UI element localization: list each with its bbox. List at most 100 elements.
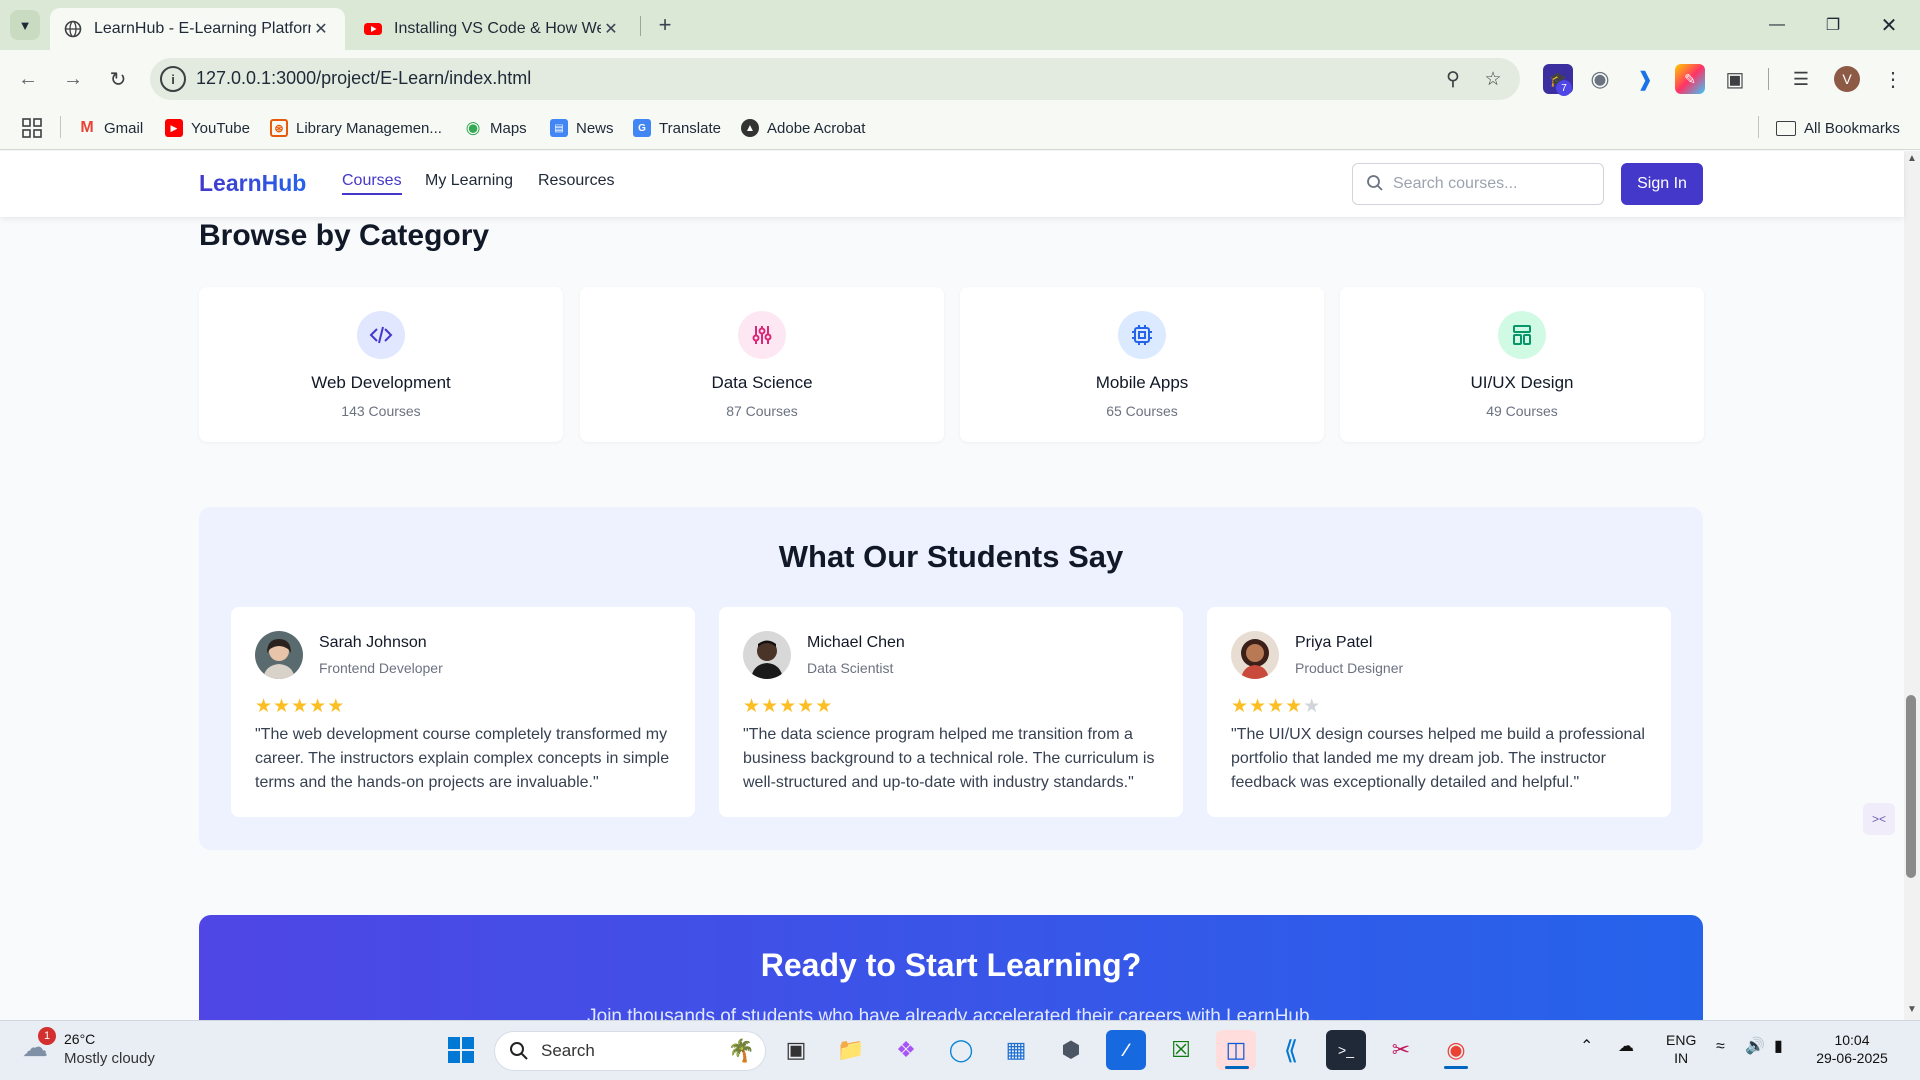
- forward-arrow-icon[interactable]: →: [58, 64, 88, 94]
- avatar: [255, 631, 303, 679]
- star-filled-icon: ★: [291, 696, 310, 717]
- site-info-icon[interactable]: i: [160, 66, 186, 92]
- copilot-icon[interactable]: ❖: [886, 1030, 926, 1070]
- file-explorer-icon[interactable]: 📁: [831, 1030, 871, 1070]
- extension-gray-circle-icon[interactable]: ◉: [1585, 64, 1615, 94]
- tab-learnhub[interactable]: LearnHub - E-Learning Platform ✕: [50, 8, 345, 50]
- testimonial-quote: "The UI/UX design courses helped me buil…: [1231, 726, 1645, 791]
- category-card-web-development[interactable]: Web Development 143 Courses: [199, 287, 563, 442]
- profile-avatar[interactable]: V: [1834, 66, 1860, 92]
- star-filled-icon: ★: [779, 696, 798, 717]
- tab-title: LearnHub - E-Learning Platform: [94, 20, 311, 37]
- extension-wave-icon[interactable]: ❱: [1630, 64, 1660, 94]
- task-view-icon[interactable]: ▣: [776, 1030, 816, 1070]
- microsoft-store-icon[interactable]: ▦: [996, 1030, 1036, 1070]
- blue-app-icon[interactable]: ∕: [1106, 1030, 1146, 1070]
- scroll-up-arrow-icon[interactable]: ▲: [1904, 153, 1920, 167]
- close-tab-icon[interactable]: ✕: [601, 19, 621, 39]
- region-code: IN: [1674, 1050, 1689, 1066]
- reload-icon[interactable]: ↻: [103, 64, 133, 94]
- active-app-indicator: [1444, 1066, 1468, 1069]
- snipping-tool-icon[interactable]: ✂: [1381, 1030, 1421, 1070]
- remote-desktop-icon[interactable]: ◫: [1216, 1030, 1256, 1070]
- all-bookmarks-folder[interactable]: All Bookmarks: [1776, 113, 1900, 143]
- show-hidden-icons-chevron-icon[interactable]: ⌃: [1580, 1036, 1593, 1056]
- bookmarks-divider: [1758, 116, 1759, 138]
- weather-temperature[interactable]: 26°C: [64, 1031, 95, 1047]
- library-icon: ⊛: [270, 119, 288, 137]
- code-icon: [357, 311, 405, 359]
- category-name: UI/UX Design: [1470, 373, 1574, 392]
- battery-icon[interactable]: ▮: [1774, 1036, 1783, 1056]
- extension-color-picker-icon[interactable]: ✎: [1675, 64, 1705, 94]
- bookmark-gmail[interactable]: M Gmail: [78, 113, 143, 143]
- rating-stars: ★★★★★: [1231, 695, 1647, 717]
- rating-stars: ★★★★★: [743, 695, 1159, 717]
- bookmark-star-icon[interactable]: ☆: [1480, 66, 1506, 92]
- bookmark-news[interactable]: ▤ News: [550, 113, 614, 143]
- close-tab-icon[interactable]: ✕: [311, 19, 331, 39]
- star-filled-icon: ★: [273, 696, 292, 717]
- bookmark-youtube[interactable]: ▶ YouTube: [165, 113, 250, 143]
- terminal-icon[interactable]: >_: [1326, 1030, 1366, 1070]
- search-courses-input[interactable]: [1352, 163, 1604, 205]
- bookmark-translate[interactable]: G Translate: [633, 113, 721, 143]
- nav-resources[interactable]: Resources: [538, 172, 614, 190]
- tab-search-menu-button[interactable]: ▼: [10, 10, 40, 40]
- restore-icon[interactable]: ❐: [1810, 8, 1856, 42]
- category-name: Mobile Apps: [1095, 373, 1189, 392]
- active-app-indicator: [1225, 1066, 1249, 1069]
- page-scrollbar[interactable]: [1904, 151, 1920, 1020]
- testimonial-name: Michael Chen: [807, 634, 905, 651]
- weather-description[interactable]: Mostly cloudy: [64, 1050, 155, 1067]
- bookmark-label: Adobe Acrobat: [767, 119, 866, 137]
- extensions-puzzle-icon[interactable]: ▣: [1720, 64, 1750, 94]
- bookmark-maps[interactable]: ◉ Maps: [464, 113, 527, 143]
- zoom-magnifier-icon[interactable]: ⚲: [1440, 66, 1466, 92]
- wifi-icon[interactable]: ≈: [1716, 1038, 1725, 1056]
- star-filled-icon: ★: [1249, 696, 1268, 717]
- cloud-off-icon[interactable]: ☁: [1618, 1036, 1634, 1056]
- chrome-icon[interactable]: ◉: [1436, 1030, 1476, 1070]
- back-arrow-icon[interactable]: ←: [13, 64, 43, 94]
- sign-in-button[interactable]: Sign In: [1621, 163, 1703, 205]
- scroll-down-arrow-icon[interactable]: ▼: [1904, 1004, 1920, 1018]
- apps-grid-icon[interactable]: [22, 113, 42, 143]
- bookmark-label: All Bookmarks: [1804, 119, 1900, 137]
- tab-youtube[interactable]: Installing VS Code & How Websites Work ✕: [350, 8, 635, 50]
- media-controls-icon[interactable]: ☰: [1786, 64, 1816, 94]
- clock[interactable]: 10:04 29-06-2025: [1812, 1031, 1892, 1067]
- taskbar-search-box[interactable]: Search 🌴: [494, 1031, 766, 1071]
- browse-by-category-heading: Browse by Category: [199, 219, 490, 252]
- category-card-mobile-apps[interactable]: Mobile Apps 65 Courses: [960, 287, 1324, 442]
- clock-time: 10:04: [1834, 1032, 1870, 1048]
- site-logo[interactable]: LearnHub: [199, 170, 306, 197]
- browser-menu-kebab-icon[interactable]: ⋮: [1878, 64, 1908, 94]
- vs-code-icon[interactable]: ⟪: [1271, 1030, 1311, 1070]
- language-indicator[interactable]: ENG IN: [1666, 1031, 1696, 1067]
- xbox-icon[interactable]: ☒: [1161, 1030, 1201, 1070]
- hexagon-app-icon[interactable]: ⬢: [1051, 1030, 1091, 1070]
- windows-start-icon[interactable]: [441, 1030, 481, 1070]
- star-filled-icon: ★: [1267, 696, 1286, 717]
- new-tab-plus-icon[interactable]: +: [652, 12, 678, 38]
- address-bar-url[interactable]: 127.0.0.1:3000/project/E-Learn/index.htm…: [196, 68, 531, 89]
- translate-icon: G: [633, 119, 651, 137]
- category-card-ui-ux-design[interactable]: UI/UX Design 49 Courses: [1340, 287, 1704, 442]
- nav-courses[interactable]: Courses: [342, 172, 402, 195]
- testimonial-name: Priya Patel: [1295, 634, 1373, 651]
- nav-my-learning[interactable]: My Learning: [425, 172, 513, 190]
- minimize-icon[interactable]: —: [1754, 8, 1800, 42]
- close-window-icon[interactable]: ✕: [1866, 8, 1912, 42]
- taskbar-search-label: Search: [541, 1041, 595, 1060]
- side-panel-toggle-icon[interactable]: ><: [1863, 803, 1895, 835]
- bookmark-library-management[interactable]: ⊛ Library Managemen...: [270, 113, 442, 143]
- toolbar-divider: [1768, 68, 1769, 90]
- scrollbar-thumb[interactable]: [1906, 695, 1916, 878]
- edge-browser-icon[interactable]: ◯: [941, 1030, 981, 1070]
- sliders-icon: [738, 311, 786, 359]
- star-filled-icon: ★: [797, 696, 816, 717]
- category-card-data-science[interactable]: Data Science 87 Courses: [580, 287, 944, 442]
- bookmark-adobe-acrobat[interactable]: ▲ Adobe Acrobat: [741, 113, 865, 143]
- volume-icon[interactable]: 🔊: [1745, 1036, 1765, 1056]
